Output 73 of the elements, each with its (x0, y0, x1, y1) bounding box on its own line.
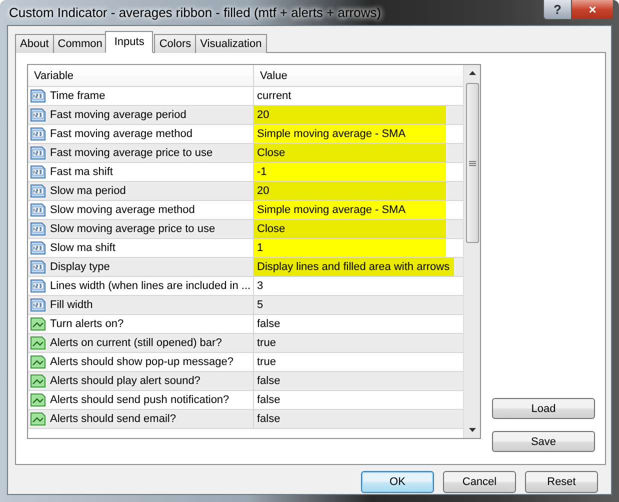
variable-name: Fast ma shift (50, 166, 113, 178)
chart-type-icon (30, 354, 46, 370)
variable-name: Fast moving average price to use (50, 147, 213, 159)
variable-name: Turn alerts on? (50, 318, 124, 330)
variable-name: Alerts on current (still opened) bar? (50, 337, 222, 349)
tab[interactable]: Inputs (105, 31, 154, 53)
variable-name: Fast moving average period (50, 109, 186, 121)
tab[interactable]: Common (52, 34, 108, 53)
dialog-button[interactable]: Load (492, 398, 595, 419)
column-header[interactable]: Variable (28, 65, 254, 86)
chart-type-icon (30, 411, 46, 427)
column-header[interactable]: Value (254, 65, 463, 86)
value-cell[interactable]: false (254, 372, 446, 390)
value-cell[interactable]: 1 (254, 239, 446, 257)
value-cell[interactable]: current (254, 87, 446, 105)
variable-name: Slow ma period (50, 185, 126, 197)
scroll-thumb[interactable] (466, 83, 478, 243)
variable-name: Slow moving average price to use (50, 223, 216, 235)
value-cell[interactable]: 20 (254, 106, 446, 124)
value-cell[interactable]: -1 (254, 163, 446, 181)
value-cell[interactable]: false (254, 410, 446, 428)
number-type-icon (30, 183, 46, 199)
variable-name: Alerts should send push notification? (50, 394, 230, 406)
chart-type-icon (30, 316, 46, 332)
value-cell[interactable]: 20 (254, 182, 446, 200)
variable-name: Fill width (50, 299, 93, 311)
tab[interactable]: About (15, 34, 54, 53)
value-cell[interactable]: Close (254, 220, 446, 238)
help-button[interactable]: ? (543, 0, 572, 20)
scroll-up-icon[interactable] (468, 71, 476, 75)
number-type-icon (30, 259, 46, 275)
number-type-icon (30, 88, 46, 104)
number-type-icon (30, 240, 46, 256)
value-cell[interactable]: Simple moving average - SMA (254, 201, 446, 219)
chart-type-icon (30, 373, 46, 389)
variable-name: Fast moving average method (50, 128, 192, 140)
value-cell[interactable]: Close (254, 144, 446, 162)
value-cell[interactable]: false (254, 391, 446, 409)
variable-name: Slow ma shift (50, 242, 116, 254)
variable-name: Slow moving average method (50, 204, 195, 216)
variable-name: Alerts should show pop-up message? (50, 356, 234, 368)
number-type-icon (30, 145, 46, 161)
number-type-icon (30, 126, 46, 142)
close-button[interactable]: × (571, 0, 614, 20)
value-cell[interactable]: Display lines and filled area with arrows (254, 258, 454, 276)
variable-name: Lines width (when lines are included in ... (50, 280, 251, 292)
number-type-icon (30, 221, 46, 237)
scroll-down-icon[interactable] (468, 428, 476, 432)
value-cell[interactable]: true (254, 334, 446, 352)
scrollbar[interactable] (463, 65, 480, 438)
value-cell[interactable]: 5 (254, 296, 446, 314)
number-type-icon (30, 297, 46, 313)
number-type-icon (30, 278, 46, 294)
number-type-icon (30, 164, 46, 180)
dialog-button[interactable]: Save (492, 431, 595, 452)
variable-name: Alerts should play alert sound? (50, 375, 200, 387)
value-cell[interactable]: false (254, 315, 446, 333)
tab[interactable]: Colors (154, 34, 196, 53)
variable-name: Alerts should send email? (50, 413, 176, 425)
number-type-icon (30, 107, 46, 123)
variable-name: Display type (50, 261, 110, 273)
window-title: Custom Indicator - averages ribbon - filled (mtf + alerts + arrows) (8, 5, 382, 20)
chart-type-icon (30, 392, 46, 408)
number-type-icon (30, 202, 46, 218)
value-cell[interactable]: 3 (254, 277, 446, 295)
chart-type-icon (30, 335, 46, 351)
tab[interactable]: Visualization (195, 34, 267, 53)
dialog-button[interactable]: Reset (525, 471, 598, 493)
value-cell[interactable]: Simple moving average - SMA (254, 125, 446, 143)
value-cell[interactable]: true (254, 353, 446, 371)
dialog-button[interactable]: OK (361, 471, 434, 493)
variable-name: Time frame (50, 90, 106, 102)
dialog-button[interactable]: Cancel (443, 471, 516, 493)
